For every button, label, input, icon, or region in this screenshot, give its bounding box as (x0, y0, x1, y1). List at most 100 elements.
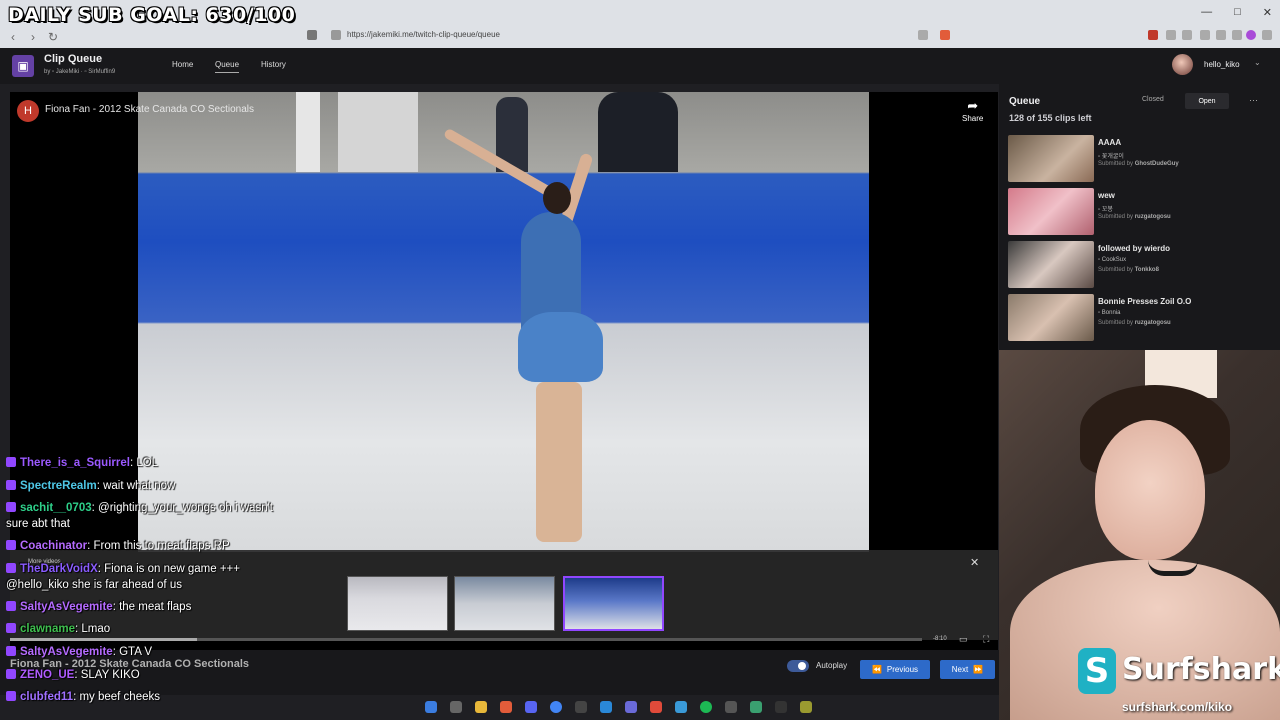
queue-item-title: Bonnie Presses Zoil O.O (1098, 297, 1192, 306)
chat-text: LOL (136, 457, 159, 469)
terminal-icon[interactable] (775, 701, 787, 713)
app-byline: by ▫ JakeMiki · ▫ SirMuffin9 (44, 69, 116, 75)
queue-item-channel: ▫ Bonnia (1098, 310, 1121, 316)
brave-icon[interactable] (500, 701, 512, 713)
chat-text: From this to meat flaps RP (93, 540, 230, 553)
chat-text: GTA V (119, 645, 153, 658)
back-icon[interactable]: ‹ (3, 30, 23, 44)
more-options-icon[interactable]: ⋯ (1249, 95, 1258, 106)
app-icon[interactable] (750, 701, 762, 713)
sponsor-name: Surfshark (1122, 652, 1280, 687)
related-video-thumbnail[interactable] (454, 576, 555, 631)
fullscreen-icon[interactable]: ⛶ (983, 634, 989, 645)
wallet-icon[interactable] (1200, 30, 1210, 40)
queue-item-title: followed by wierdo (1098, 244, 1171, 253)
close-icon[interactable]: ✕ (1263, 6, 1272, 19)
chat-username: TheDarkVoidX (20, 562, 98, 575)
spectator (598, 92, 678, 172)
queue-item[interactable]: AAAA ▫ 꽃개굴이 Submitted by GhostDudeGuy (1008, 135, 1278, 183)
queue-open-toggle[interactable]: Open (1185, 93, 1229, 109)
queue-item[interactable]: wew ▫ 꼬봉 Submitted by ruzgatogosu (1008, 188, 1278, 236)
next-label: Next (951, 665, 969, 674)
bookmark-icon[interactable] (307, 30, 317, 40)
related-video-thumbnail[interactable] (347, 576, 448, 631)
chrome-icon[interactable] (550, 701, 562, 713)
chat-username: SpectreRealm (20, 479, 97, 492)
queue-title: Queue (1009, 96, 1041, 107)
queue-item-submitter: Submitted by GhostDudeGuy (1098, 161, 1179, 167)
chat-text: SLAY KIKO (80, 668, 140, 681)
share-button[interactable]: ➦ Share (962, 98, 983, 123)
nav-history[interactable]: History (261, 60, 286, 69)
username[interactable]: hello_kiko (1204, 60, 1240, 69)
obs-icon[interactable] (575, 701, 587, 713)
chat-message: Coachinator: From this to meat flaps RP (6, 535, 276, 558)
app-icon[interactable] (725, 701, 737, 713)
start-icon[interactable] (425, 701, 437, 713)
chat-text: wait what now (103, 479, 176, 492)
sub-badge-icon (6, 668, 16, 679)
extension-icon[interactable] (1148, 30, 1158, 40)
file-explorer-icon[interactable] (475, 701, 487, 713)
profile-icon[interactable] (1232, 30, 1242, 40)
arena-window (296, 92, 320, 172)
previous-label: Previous (886, 665, 919, 674)
chat-message: SpectreRealm: wait what now (6, 475, 276, 498)
chat-message: There_is_a_Squirrel: LOL (6, 452, 276, 475)
store-icon[interactable] (675, 701, 687, 713)
next-button[interactable]: Next ⏩ (940, 660, 995, 679)
extensions-menu-icon[interactable] (1166, 30, 1176, 40)
brave-shield-icon[interactable] (940, 30, 950, 40)
queue-item-channel: ▫ 꼬봉 (1098, 207, 1113, 213)
skater-legs (536, 382, 582, 542)
sub-badge-icon (6, 562, 16, 573)
sidebar-toggle-icon[interactable] (1182, 30, 1192, 40)
shield-icon[interactable] (650, 701, 662, 713)
chat-message: clawname: Lmao (6, 618, 276, 641)
sub-badge-icon (6, 623, 16, 634)
video-title[interactable]: Fiona Fan - 2012 Skate Canada CO Section… (45, 104, 254, 115)
minimize-icon[interactable]: — (1201, 6, 1212, 19)
site-info-icon[interactable] (331, 30, 341, 40)
vpn-icon[interactable] (1246, 30, 1256, 40)
previous-button[interactable]: ⏪ Previous (860, 660, 930, 679)
window-controls: — □ ✕ (1201, 6, 1272, 19)
queue-item[interactable]: Bonnie Presses Zoil O.O ▫ Bonnia Submitt… (1008, 294, 1278, 342)
browser-menu-icon[interactable] (1262, 30, 1272, 40)
channel-avatar[interactable]: H (17, 100, 39, 122)
task-view-icon[interactable] (450, 701, 462, 713)
related-video-thumbnail[interactable] (563, 576, 664, 631)
share-icon: ➦ (967, 98, 979, 113)
avatar[interactable] (1172, 54, 1193, 75)
webcam-person-body (1010, 560, 1280, 720)
spotify-icon[interactable] (700, 701, 712, 713)
chat-text: the meat flaps (119, 600, 192, 613)
taskbar (425, 697, 855, 717)
chevron-down-icon[interactable]: ⌄ (1254, 58, 1261, 67)
nav-queue[interactable]: Queue (215, 60, 240, 73)
url-field[interactable]: https://jakemiki.me/twitch-clip-queue/qu… (347, 30, 500, 39)
queue-closed-toggle[interactable]: Closed (1142, 96, 1164, 103)
autoplay-toggle[interactable] (787, 660, 809, 672)
twitch-logo-icon[interactable]: ▣ (12, 55, 34, 77)
app-icon[interactable] (800, 701, 812, 713)
share-label: Share (962, 114, 984, 123)
forward-icon[interactable]: › (23, 30, 43, 44)
close-icon[interactable]: ✕ (970, 556, 979, 569)
miniplayer-icon[interactable]: ▭ (959, 634, 968, 645)
queue-item[interactable]: followed by wierdo ▫ CookSux Submitted b… (1008, 241, 1278, 289)
edge-icon[interactable] (600, 701, 612, 713)
chat-message: sachit__0703: @righting_your_wongs oh i … (6, 502, 273, 531)
app-title: Clip Queue (44, 53, 103, 65)
maximize-icon[interactable]: □ (1234, 6, 1241, 19)
chat-username: SaltyAsVegemite (20, 645, 113, 658)
skater-skirt (518, 312, 603, 382)
nav-home[interactable]: Home (172, 60, 193, 69)
share-page-icon[interactable] (918, 30, 928, 40)
queue-item-title: AAAA (1098, 138, 1122, 147)
downloads-icon[interactable] (1216, 30, 1226, 40)
chat-username: SaltyAsVegemite (20, 600, 113, 613)
discord-icon[interactable] (525, 701, 537, 713)
reload-icon[interactable]: ↻ (43, 30, 63, 44)
app-icon[interactable] (625, 701, 637, 713)
